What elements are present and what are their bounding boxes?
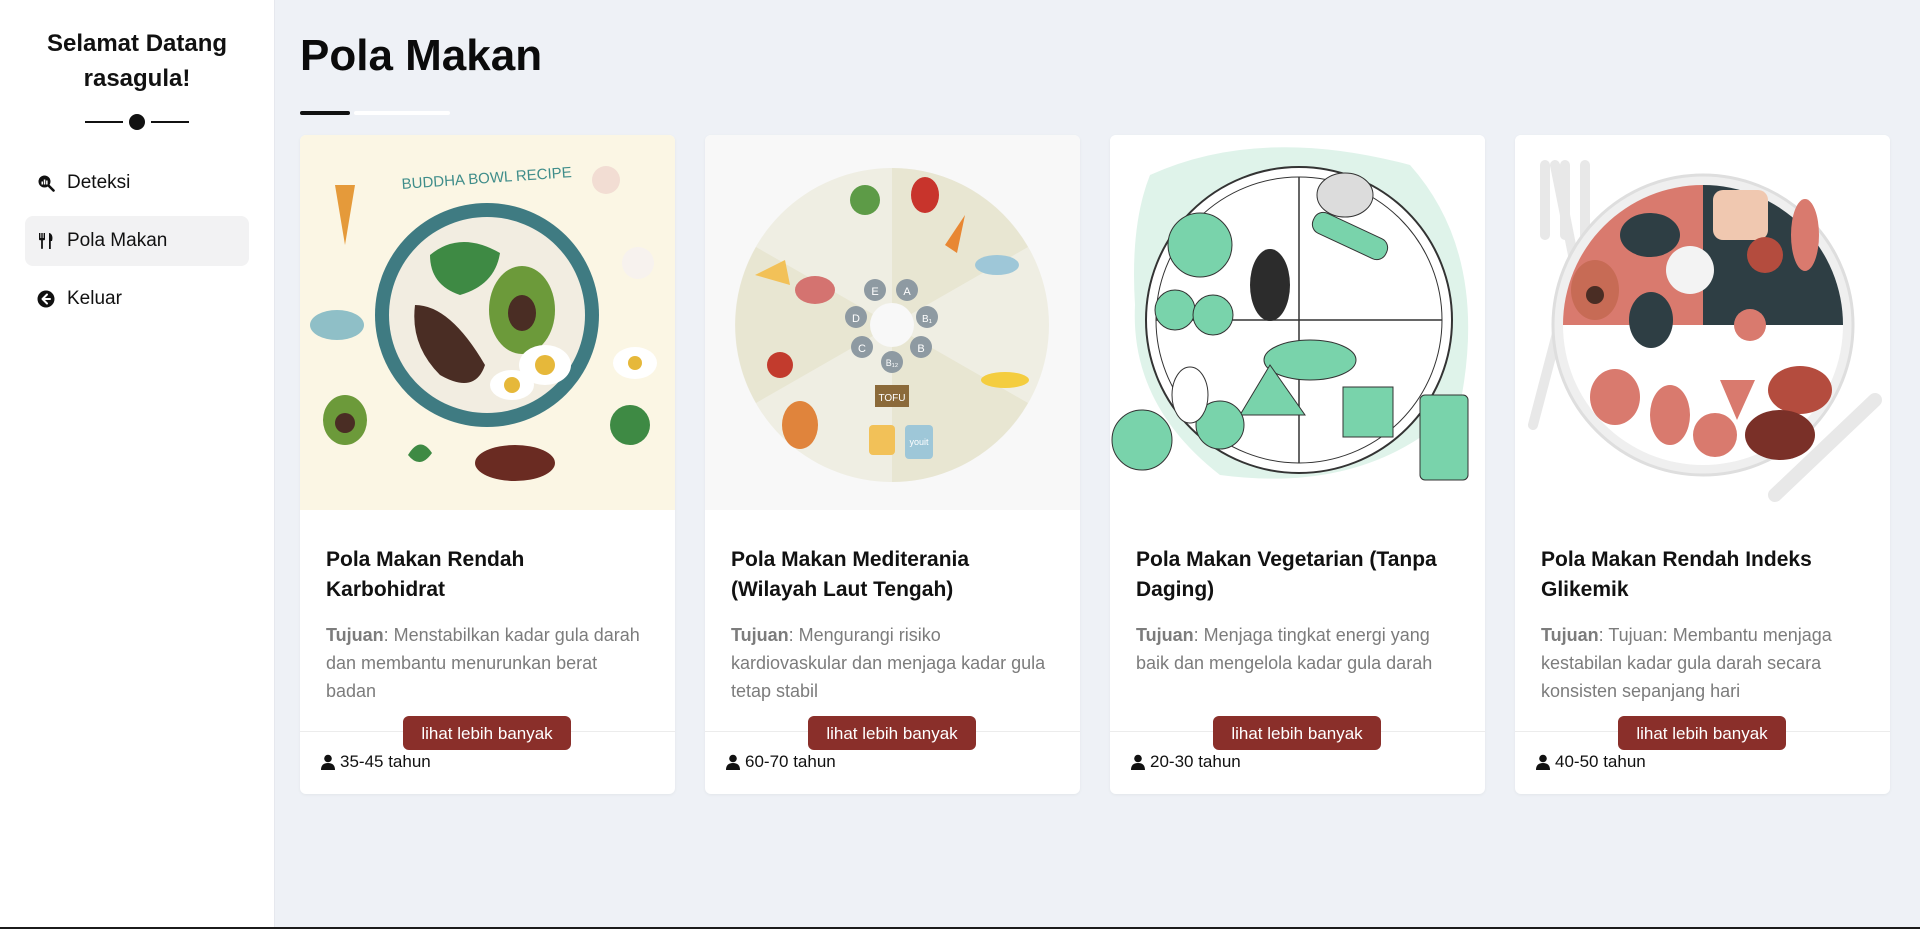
mediterranean-wheel-image: A B₁ B B₁₂ C D E TOFU youit xyxy=(705,135,1080,510)
user-icon xyxy=(320,754,336,770)
welcome-heading: Selamat Datang rasagula! xyxy=(0,26,274,96)
age-range: 60-70 tahun xyxy=(725,752,836,772)
card-description-label: Tujuan xyxy=(731,625,789,645)
card-title: Pola Makan Rendah Indeks Glikemik xyxy=(1541,548,1812,601)
card-title: Pola Makan Vegetarian (Tanpa Daging) xyxy=(1136,548,1437,601)
see-more-button[interactable]: lihat lebih banyak xyxy=(1213,716,1381,750)
title-underline-light xyxy=(354,111,450,116)
vegetarian-plate-image xyxy=(1110,135,1485,510)
card-description: Tujuan: Tujuan: Membantu menjaga kestabi… xyxy=(1541,621,1864,705)
svg-text:B₁₂: B₁₂ xyxy=(886,358,899,368)
svg-text:C: C xyxy=(858,343,866,355)
low-glycemic-plate-image xyxy=(1515,135,1890,510)
welcome-line-2: rasagula! xyxy=(83,65,191,92)
card-description-label: Tujuan xyxy=(326,625,384,645)
sidebar-item-deteksi[interactable]: Deteksi xyxy=(25,158,249,208)
diet-card: BUDDHA BOWL RECIPE Pola Makan Rendah Kar… xyxy=(300,135,675,794)
card-description: Tujuan: Mengurangi risiko kardiovaskular… xyxy=(731,621,1054,705)
arrow-left-circle-icon xyxy=(37,290,55,308)
see-more-button[interactable]: lihat lebih banyak xyxy=(1618,716,1786,750)
sidebar-item-label: Deteksi xyxy=(67,172,131,193)
card-body: Pola Makan Rendah Indeks Glikemik Tujuan… xyxy=(1515,515,1890,705)
diet-card: A B₁ B B₁₂ C D E TOFU youit Pola Makan M… xyxy=(705,135,1080,794)
divider-dot xyxy=(129,114,145,130)
svg-text:youit: youit xyxy=(909,437,929,447)
svg-text:E: E xyxy=(871,286,878,298)
card-description-label: Tujuan xyxy=(1541,625,1599,645)
diet-card-list: BUDDHA BOWL RECIPE Pola Makan Rendah Kar… xyxy=(300,135,1890,794)
welcome-line-1: Selamat Datang xyxy=(46,30,228,57)
card-description: Tujuan: Menjaga tingkat energi yang baik… xyxy=(1136,621,1459,677)
diet-card: Pola Makan Vegetarian (Tanpa Daging) Tuj… xyxy=(1110,135,1485,794)
sidebar-nav: Deteksi Pola Makan Keluar xyxy=(0,158,274,324)
utensils-icon xyxy=(37,232,55,250)
age-range: 35-45 tahun xyxy=(320,752,431,772)
svg-text:B₁: B₁ xyxy=(922,314,933,325)
svg-text:A: A xyxy=(903,286,911,298)
divider-line-right xyxy=(151,121,189,123)
search-chart-icon xyxy=(37,174,55,192)
card-body: Pola Makan Mediterania (Wilayah Laut Ten… xyxy=(705,515,1080,705)
svg-text:B: B xyxy=(917,343,924,355)
sidebar-item-label: Keluar xyxy=(67,288,122,309)
user-icon xyxy=(1130,754,1146,770)
card-title: Pola Makan Mediterania (Wilayah Laut Ten… xyxy=(731,548,970,601)
sidebar: Selamat Datang rasagula! Deteksi Pola Ma… xyxy=(0,0,275,929)
sidebar-item-pola-makan[interactable]: Pola Makan xyxy=(25,216,249,266)
buddha-bowl-image: BUDDHA BOWL RECIPE xyxy=(300,135,675,510)
age-range: 40-50 tahun xyxy=(1535,752,1646,772)
page-title: Pola Makan xyxy=(300,31,543,80)
age-range-text: 40-50 tahun xyxy=(1555,752,1646,771)
diet-card: Pola Makan Rendah Indeks Glikemik Tujuan… xyxy=(1515,135,1890,794)
age-range-text: 60-70 tahun xyxy=(745,752,836,771)
svg-text:D: D xyxy=(852,313,860,325)
card-body: Pola Makan Vegetarian (Tanpa Daging) Tuj… xyxy=(1110,515,1485,677)
title-underline xyxy=(300,111,450,116)
title-underline-dark xyxy=(300,111,350,116)
divider-line-left xyxy=(85,121,123,123)
welcome-divider xyxy=(85,114,189,130)
age-range-text: 35-45 tahun xyxy=(340,752,431,771)
card-description: Tujuan: Menstabilkan kadar gula darah da… xyxy=(326,621,649,705)
see-more-button[interactable]: lihat lebih banyak xyxy=(808,716,976,750)
main-content: Pola Makan BUDDHA BOWL RECIPE Pola Makan… xyxy=(300,0,1900,794)
card-body: Pola Makan Rendah Karbohidrat Tujuan: Me… xyxy=(300,515,675,705)
sidebar-item-label: Pola Makan xyxy=(67,230,168,251)
age-range-text: 20-30 tahun xyxy=(1150,752,1241,771)
age-range: 20-30 tahun xyxy=(1130,752,1241,772)
user-icon xyxy=(725,754,741,770)
card-title: Pola Makan Rendah Karbohidrat xyxy=(326,548,525,601)
see-more-button[interactable]: lihat lebih banyak xyxy=(403,716,571,750)
svg-text:TOFU: TOFU xyxy=(878,393,905,404)
user-icon xyxy=(1535,754,1551,770)
card-description-label: Tujuan xyxy=(1136,625,1194,645)
sidebar-item-keluar[interactable]: Keluar xyxy=(25,274,249,324)
